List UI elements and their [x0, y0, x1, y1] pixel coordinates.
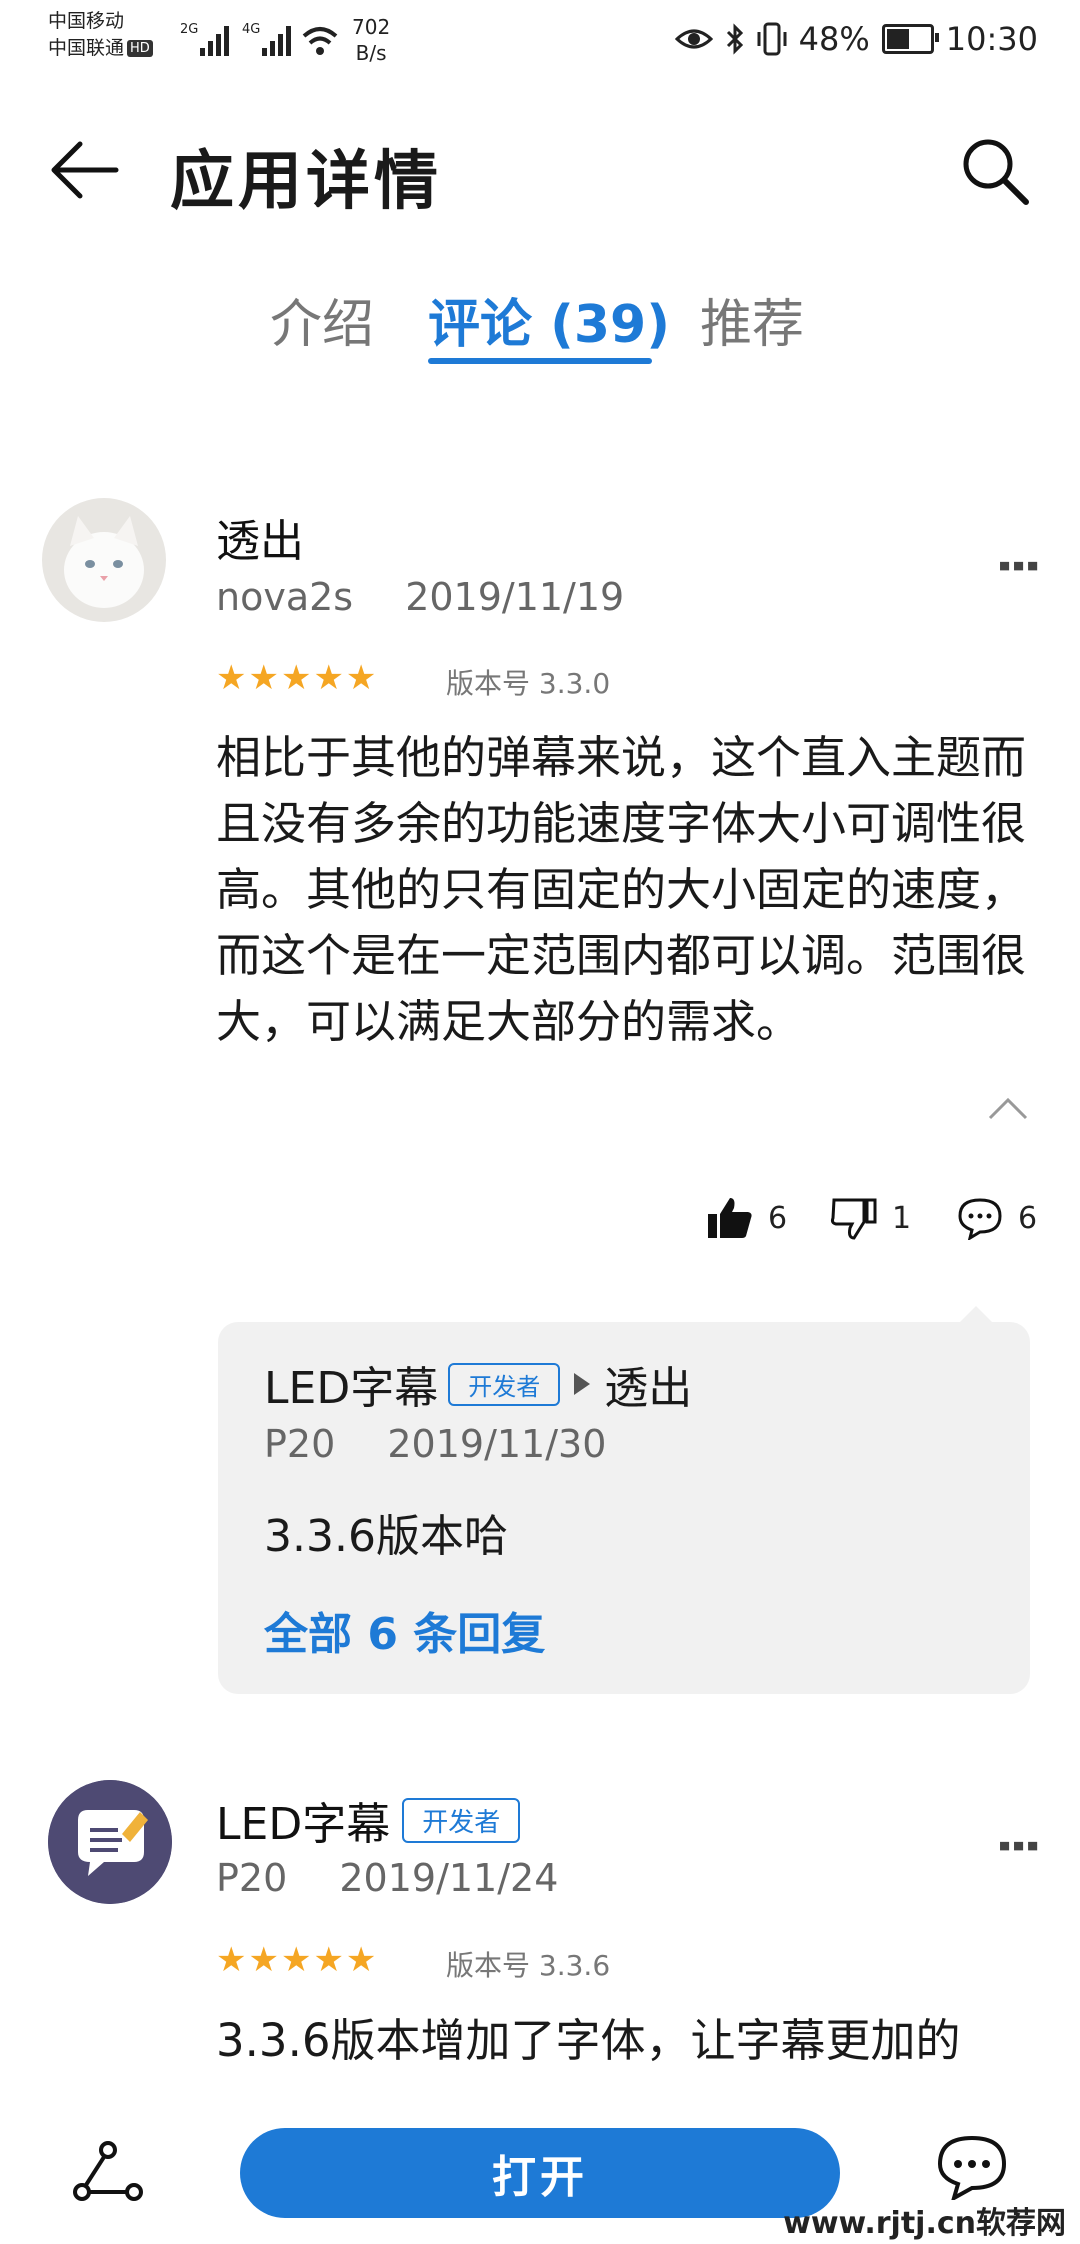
cat-avatar-image	[42, 498, 166, 622]
reply-text: 3.3.6版本哈	[264, 1511, 508, 1562]
search-icon[interactable]	[960, 136, 1030, 206]
review-date: 2019/11/19	[405, 575, 625, 619]
reply-device: P20	[264, 1422, 336, 1466]
like-count: 6	[768, 1200, 788, 1236]
wifi-icon	[302, 27, 338, 55]
review-text: 3.3.6版本增加了字体，让字幕更加的	[216, 2014, 961, 2067]
back-arrow-icon[interactable]	[50, 140, 120, 200]
tab-recommend[interactable]: 推荐	[700, 282, 804, 357]
reply-date: 2019/11/30	[387, 1422, 607, 1466]
dislike-button[interactable]: 1	[830, 1196, 911, 1240]
network-speed: 702 B/s	[352, 15, 391, 65]
watermark: www.rjtj.cn软荐网	[783, 2206, 1066, 2241]
developer-badge: 开发者	[448, 1362, 561, 1406]
more-options-icon[interactable]: ⋮	[990, 1822, 1046, 1870]
review-date: 2019/11/24	[339, 1856, 559, 1900]
comment-button[interactable]: 6	[956, 1196, 1037, 1240]
star-rating: ★★★★★	[216, 658, 379, 698]
signal-icon	[262, 26, 291, 56]
review-device: nova2s	[216, 575, 354, 619]
all-replies-link[interactable]: 全部 6 条回复	[264, 1598, 545, 1662]
thumbs-up-icon	[708, 1198, 752, 1238]
reply-to[interactable]: 透出	[604, 1352, 692, 1416]
review-text: 相比于其他的弹幕来说，这个直入主题而且没有多余的功能速度字体大小可调性很高。其他…	[216, 731, 1027, 1048]
comment-bubble-icon[interactable]	[936, 2134, 1008, 2200]
network-2g: 2G	[180, 22, 199, 37]
tab-active-indicator	[428, 358, 652, 364]
carrier-info: 中国移动 中国联通 HD	[48, 8, 153, 62]
comment-count: 6	[1018, 1200, 1038, 1236]
tab-intro[interactable]: 介绍	[270, 282, 374, 357]
battery-icon	[881, 24, 939, 54]
more-options-icon[interactable]: ⋮	[990, 542, 1046, 590]
status-bar: 中国移动 中国联通 HD 2G 4G 702 B/s 48% 10:30	[0, 0, 1080, 80]
thumbs-down-icon	[830, 1198, 877, 1240]
battery-percent: 48%	[798, 20, 870, 58]
review-author[interactable]: LED字幕	[216, 1788, 390, 1852]
review-author-row: LED字幕 开发者	[216, 1788, 521, 1852]
star-rating: ★★★★★	[216, 1940, 379, 1980]
reply-header: LED字幕 开发者 透出	[264, 1352, 692, 1416]
vibrate-icon	[757, 22, 787, 56]
network-4g: 4G	[242, 22, 261, 37]
led-app-avatar-image	[48, 1780, 172, 1904]
review-device: P20	[216, 1856, 288, 1900]
page-title: 应用详情	[170, 145, 442, 219]
carrier-mobile: 中国移动	[48, 10, 125, 32]
review-meta: P20 2019/11/24	[216, 1856, 558, 1900]
like-button[interactable]: 6	[706, 1196, 787, 1240]
collapse-chevron-icon[interactable]	[986, 1096, 1030, 1122]
developer-reply-card[interactable]: LED字幕 开发者 透出 P20 2019/11/30 3.3.6版本哈 全部 …	[218, 1306, 1030, 1694]
review-version: 版本号 3.3.0	[446, 667, 611, 700]
avatar[interactable]	[42, 498, 166, 622]
dislike-count: 1	[892, 1200, 912, 1236]
signal-icon	[200, 26, 229, 56]
carrier-unicom: 中国联通	[48, 37, 125, 59]
avatar[interactable]	[48, 1780, 172, 1904]
review-author[interactable]: 透出	[216, 505, 304, 569]
review-version: 版本号 3.3.6	[446, 1949, 611, 1982]
eye-icon	[674, 29, 713, 49]
hd-badge: HD	[127, 40, 153, 57]
share-icon[interactable]	[72, 2140, 144, 2204]
bluetooth-icon	[726, 23, 743, 55]
reply-arrow-icon	[574, 1373, 591, 1395]
developer-badge: 开发者	[402, 1797, 521, 1843]
reply-meta: P20 2019/11/30	[264, 1422, 606, 1466]
clock: 10:30	[945, 20, 1038, 58]
tab-reviews[interactable]: 评论 (39)	[428, 282, 670, 357]
review-meta: nova2s 2019/11/19	[216, 575, 624, 619]
comment-bubble-icon	[958, 1198, 1002, 1240]
status-right: 48% 10:30	[674, 20, 1038, 58]
reply-author[interactable]: LED字幕	[264, 1352, 438, 1416]
open-app-button[interactable]: 打开	[240, 2128, 840, 2218]
